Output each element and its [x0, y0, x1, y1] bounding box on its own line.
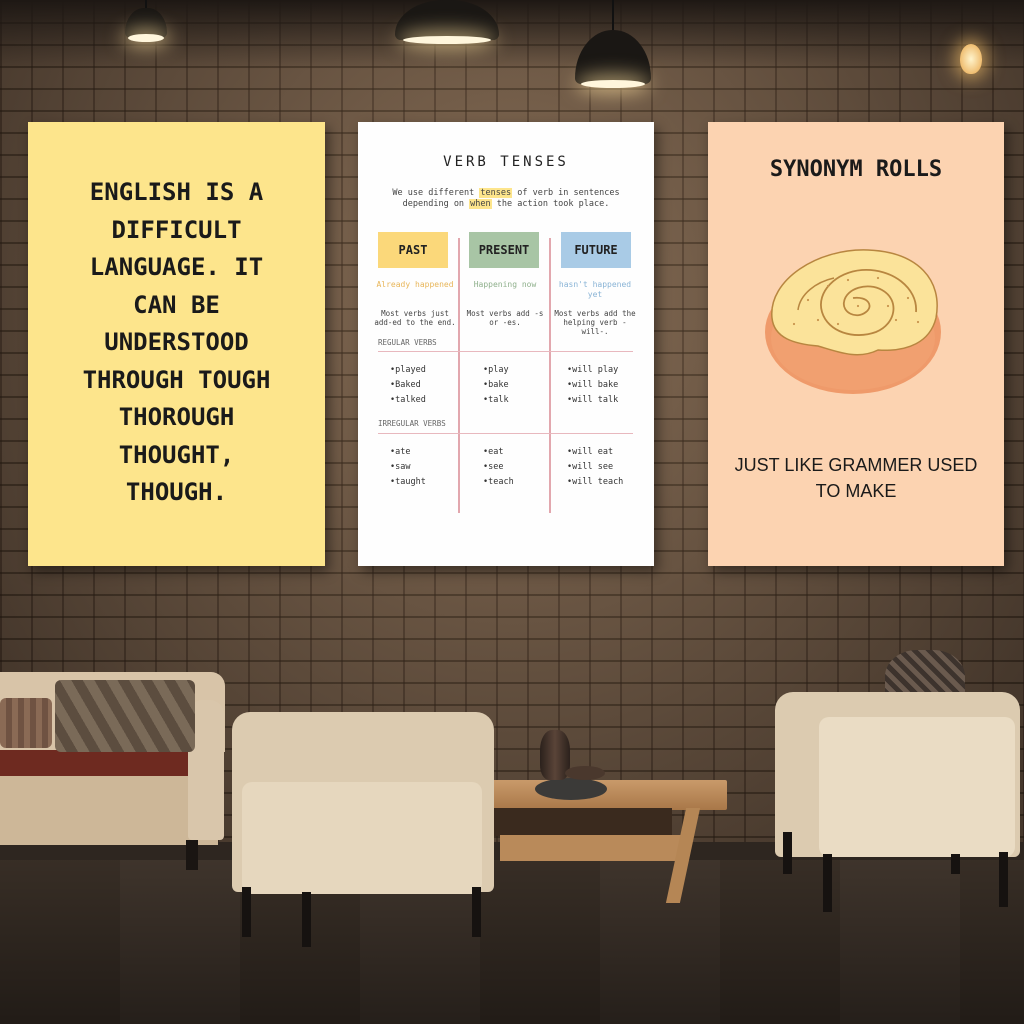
verb-tenses-intro: We use different tenses of verb in sente… [392, 188, 620, 209]
future-when: hasn't happened yet [558, 280, 632, 299]
coffee-table-top [492, 780, 727, 810]
throw-pillow [0, 698, 52, 748]
list-item: talked [390, 393, 426, 408]
list-item: teach [483, 475, 514, 490]
list-item: will talk [567, 393, 618, 408]
synonym-rolls-caption: JUST LIKE GRAMMER USED TO MAKE [734, 455, 978, 501]
quote-text: ENGLISH IS A DIFFICULT LANGUAGE. IT CAN … [82, 178, 271, 506]
list-item: played [390, 363, 426, 378]
column-divider [549, 238, 551, 513]
future-rule: Most verbs add the helping verb -will-. [554, 309, 636, 336]
list-item: eat [483, 445, 514, 460]
list-item: taught [390, 475, 426, 490]
list-item: will see [567, 460, 623, 475]
present-irregular-list: eat see teach [483, 445, 514, 490]
past-heading: PAST [378, 232, 448, 268]
sofa-cushion [0, 750, 190, 776]
list-item: bake [483, 378, 508, 393]
coffee-table-shelf [500, 835, 685, 861]
pendant-lamp-center [395, 0, 499, 44]
pendant-lamp-right [575, 0, 651, 88]
armchair-right [775, 692, 1020, 917]
armchair-left [232, 712, 494, 947]
past-irregular-list: ate saw taught [390, 445, 426, 490]
synonym-rolls-title: SYNONYM ROLLS [769, 157, 943, 182]
list-item: talk [483, 393, 508, 408]
past-rule: Most verbs just add-ed to the end. [374, 309, 456, 327]
past-when: Already happened [376, 280, 454, 289]
list-item: saw [390, 460, 426, 475]
throw-pillow [55, 680, 195, 752]
present-when: Happening now [473, 280, 537, 289]
present-regular-list: play bake talk [483, 363, 508, 408]
row-divider [378, 351, 633, 352]
verb-tenses-title: VERB TENSES [443, 154, 569, 170]
irregular-verbs-label: IRREGULAR VERBS [378, 419, 446, 428]
quote-poster: ENGLISH IS A DIFFICULT LANGUAGE. IT CAN … [28, 122, 325, 566]
present-rule: Most verbs add -s or -es. [466, 309, 544, 327]
list-item: see [483, 460, 514, 475]
lounge-scene: ENGLISH IS A DIFFICULT LANGUAGE. IT CAN … [0, 0, 1024, 1024]
synonym-rolls-poster: SYNONYM ROLLS JUST LIKE GRAMMER USED TO … [708, 122, 1004, 566]
bulb-icon [960, 44, 982, 74]
regular-verbs-label: REGULAR VERBS [378, 338, 437, 347]
sofa-leg [186, 840, 198, 870]
list-item: Baked [390, 378, 426, 393]
list-item: will bake [567, 378, 618, 393]
future-irregular-list: will eat will see will teach [567, 445, 623, 490]
past-regular-list: played Baked talked [390, 363, 426, 408]
row-divider [378, 433, 633, 434]
present-heading: PRESENT [469, 232, 539, 268]
list-item: play [483, 363, 508, 378]
future-heading: FUTURE [561, 232, 631, 268]
coffee-table-recess [492, 808, 672, 836]
list-item: will teach [567, 475, 623, 490]
cinnamon-roll-icon [765, 249, 941, 394]
verb-tenses-poster: VERB TENSES We use different tenses of v… [358, 122, 654, 566]
tray [535, 778, 607, 800]
dish [565, 766, 605, 780]
list-item: ate [390, 445, 426, 460]
list-item: will play [567, 363, 618, 378]
pendant-lamp-left [125, 0, 167, 42]
future-regular-list: will play will bake will talk [567, 363, 618, 408]
list-item: will eat [567, 445, 623, 460]
column-divider [458, 238, 460, 513]
